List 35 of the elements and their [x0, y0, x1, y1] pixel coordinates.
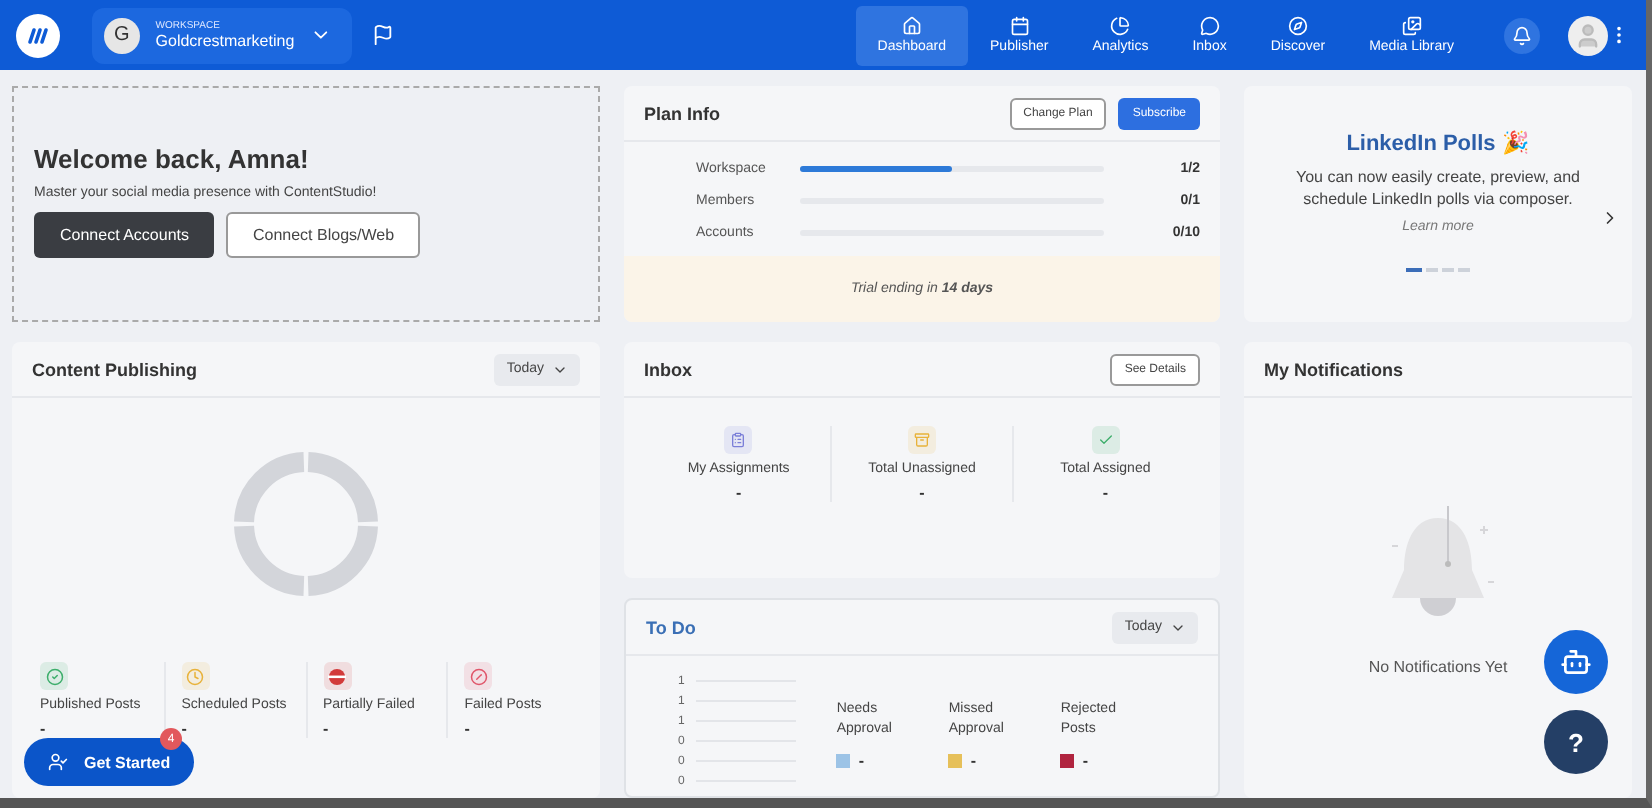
home-icon — [901, 16, 922, 36]
connect-blogs-button[interactable]: Connect Blogs/Web — [226, 212, 421, 258]
user-check-icon — [48, 752, 68, 772]
workspace-avatar: G — [104, 17, 140, 53]
stat-value: - — [323, 720, 329, 738]
legend-value: - — [970, 751, 977, 770]
logo-icon — [16, 13, 60, 57]
card-title: Inbox — [644, 359, 692, 379]
stat-value: - — [919, 484, 925, 502]
calendar-icon — [1009, 16, 1030, 36]
card-title: Plan Info — [644, 103, 720, 123]
robot-icon — [1560, 646, 1592, 678]
chart-icon — [1110, 16, 1131, 36]
user-avatar[interactable] — [1568, 15, 1608, 55]
notification-bell-icon[interactable] — [1504, 17, 1540, 53]
card-title: Content Publishing — [32, 359, 197, 379]
chat-icon — [1199, 16, 1220, 36]
stat-value: - — [40, 720, 46, 738]
stat-value: - — [736, 484, 742, 502]
promo-text: You can now easily create, preview, and schedule LinkedIn polls via composer. — [1293, 166, 1582, 211]
workspace-name: Goldcrestmarketing — [155, 32, 295, 50]
legend-value: - — [858, 751, 865, 770]
empty-message: No Notifications Yet — [1368, 658, 1508, 676]
connect-accounts-button[interactable]: Connect Accounts — [34, 212, 215, 258]
media-icon — [1401, 16, 1422, 36]
promo-title: LinkedIn Polls 🎉 — [1346, 130, 1530, 156]
card-title: To Do — [646, 617, 696, 637]
flag-icon[interactable] — [372, 24, 394, 46]
compass-icon — [1287, 16, 1308, 36]
stat-value: - — [181, 720, 187, 738]
stat-value: - — [464, 720, 470, 738]
legend-value: - — [1082, 751, 1089, 770]
card-title: My Notifications — [1264, 359, 1404, 379]
welcome-title: Welcome back, Amna! — [34, 144, 311, 174]
stat-value: - — [1102, 484, 1109, 502]
